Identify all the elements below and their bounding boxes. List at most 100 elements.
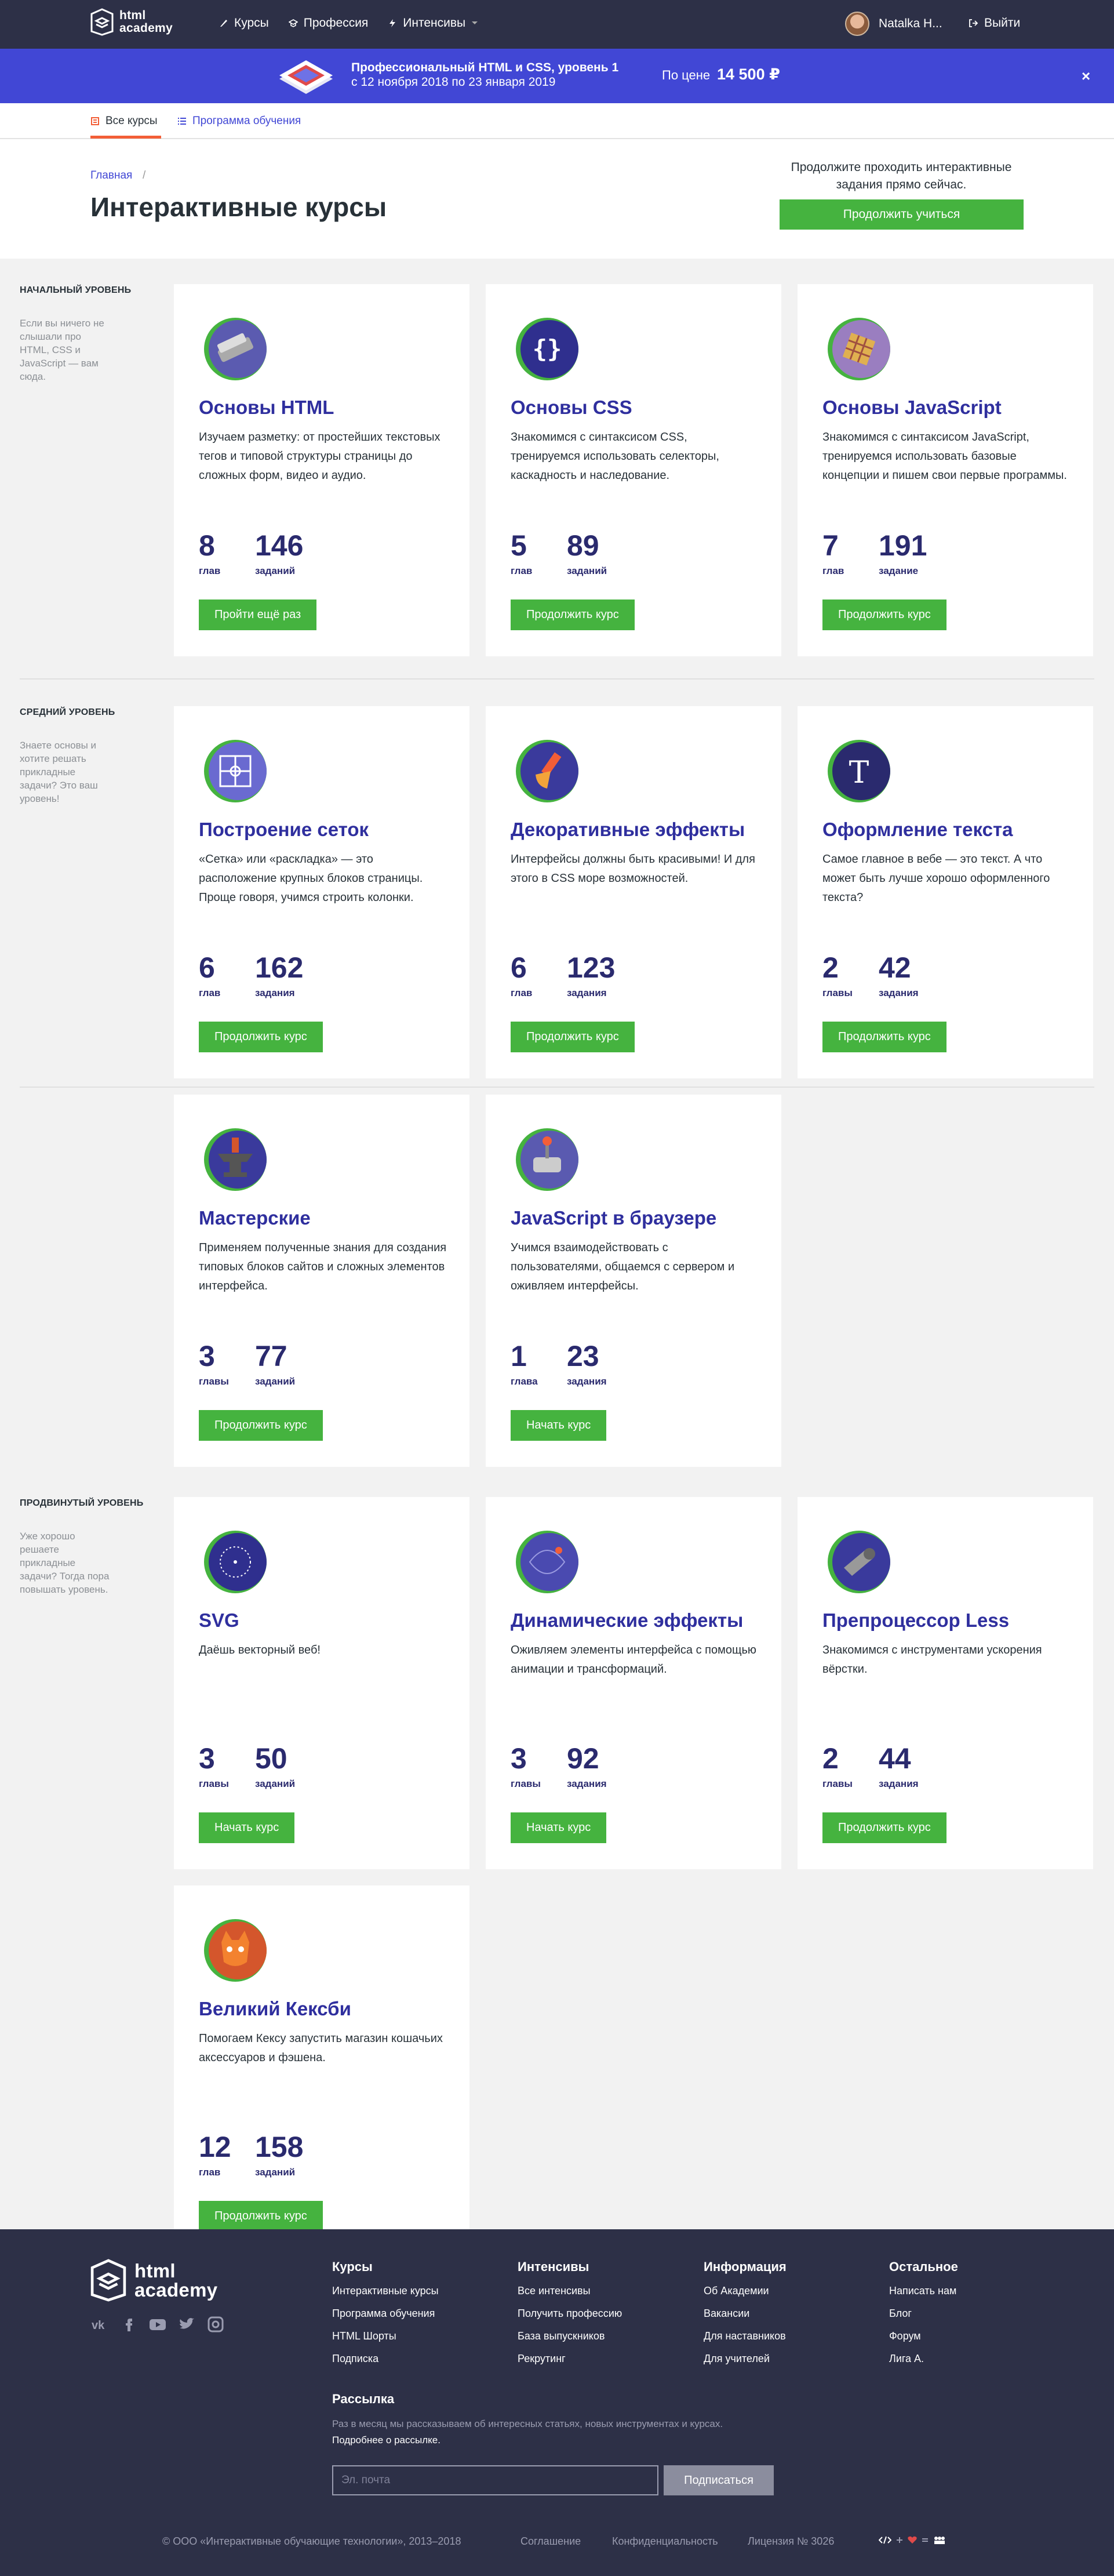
footer-link[interactable]: Об Академии xyxy=(704,2285,787,2297)
course-action-button[interactable]: Начать курс xyxy=(511,1812,607,1843)
equals-icon xyxy=(922,2538,928,2542)
chapters-label: глав xyxy=(511,565,533,576)
footer-col-info: Информация Об Академии Вакансии Для наст… xyxy=(704,2259,787,2375)
course-title[interactable]: SVG xyxy=(199,1609,239,1632)
continue-learning-button[interactable]: Продолжить учиться xyxy=(780,199,1024,230)
course-title[interactable]: Декоративные эффекты xyxy=(511,819,745,841)
course-card[interactable]: JavaScript в браузере Учимся взаимодейств… xyxy=(486,1095,781,1467)
course-title[interactable]: Основы CSS xyxy=(511,397,632,419)
user-menu[interactable]: Natalka H... xyxy=(845,12,942,36)
tasks-count: 44 xyxy=(879,1742,911,1775)
footer-logo-academy: academy xyxy=(134,2279,218,2301)
tab-program[interactable]: Программа обучения xyxy=(177,115,301,128)
tab-all-courses[interactable]: Все курсы xyxy=(90,115,158,128)
course-action-button[interactable]: Продолжить курс xyxy=(822,1022,946,1052)
course-title[interactable]: Оформление текста xyxy=(822,819,1013,841)
tab-program-label: Программа обучения xyxy=(192,115,301,127)
footer-link[interactable]: Рекрутинг xyxy=(518,2353,622,2365)
course-description: Изучаем разметку: от простейших текстовы… xyxy=(199,431,440,482)
footer-link[interactable]: Форум xyxy=(889,2330,958,2342)
footer-link[interactable]: Для наставников xyxy=(704,2330,787,2342)
course-card[interactable]: Динамические эффекты Оживляем элементы ин… xyxy=(486,1497,781,1869)
course-action-button[interactable]: Продолжить курс xyxy=(199,1410,323,1441)
license-link[interactable]: Лицензия № 3026 xyxy=(748,2535,834,2548)
breadcrumb-home[interactable]: Главная xyxy=(90,169,132,182)
chapters-label: главы xyxy=(199,1778,229,1789)
nav-courses-label: Курсы xyxy=(234,16,269,30)
course-action-button[interactable]: Пройти ещё раз xyxy=(199,600,317,630)
course-action-button[interactable]: Начать курс xyxy=(199,1812,295,1843)
course-card[interactable]: Основы HTML Изучаем разметку: от простейш… xyxy=(174,284,469,656)
course-card[interactable]: Основы JavaScript Знакомимся с синтаксисо… xyxy=(798,284,1093,656)
footer-link[interactable]: Вакансии xyxy=(704,2308,787,2320)
footer-link[interactable]: Все интенсивы xyxy=(518,2285,622,2297)
footer: html academy vk Курсы Интерактивные курс… xyxy=(0,2229,1114,2576)
course-card[interactable]: Великий Кексби Помогаем Кексу запустить м… xyxy=(174,1885,469,2258)
course-card[interactable]: T Оформление текста Самое главное в вебе —… xyxy=(798,706,1093,1078)
footer-link[interactable]: Блог xyxy=(889,2308,958,2320)
privacy-link[interactable]: Конфиденциальность xyxy=(612,2535,718,2548)
course-card[interactable]: Декоративные эффекты Интерфейсы должны бы… xyxy=(486,706,781,1078)
footer-link[interactable]: База выпускников xyxy=(518,2330,622,2342)
nav-profession[interactable]: Профессия xyxy=(288,16,368,30)
course-action-button[interactable]: Продолжить курс xyxy=(822,1812,946,1843)
course-title[interactable]: Препроцессор Less xyxy=(822,1609,1009,1632)
twitter-icon[interactable] xyxy=(177,2316,196,2332)
user-name[interactable]: Natalka H... xyxy=(879,17,942,31)
facebook-icon[interactable] xyxy=(119,2316,138,2332)
close-icon[interactable]: × xyxy=(1082,67,1090,85)
course-action-button[interactable]: Продолжить курс xyxy=(199,2201,323,2232)
html-basics-icon xyxy=(204,318,267,380)
footer-col-other: Остальное Написать нам Блог Форум Лига А… xyxy=(889,2259,958,2375)
course-title[interactable]: JavaScript в браузере xyxy=(511,1207,716,1229)
footer-link[interactable]: Лига А. xyxy=(889,2353,958,2365)
course-title[interactable]: Основы JavaScript xyxy=(822,397,1002,419)
chapters-count: 1 xyxy=(511,1340,527,1372)
tasks-count: 158 xyxy=(255,2131,304,2163)
course-title[interactable]: Динамические эффекты xyxy=(511,1609,743,1632)
course-action-button[interactable]: Продолжить курс xyxy=(511,1022,635,1052)
level-divider xyxy=(20,678,1094,680)
course-title[interactable]: Построение сеток xyxy=(199,819,369,841)
footer-logo[interactable]: html academy xyxy=(90,2258,217,2302)
footer-link[interactable]: HTML Шорты xyxy=(332,2330,439,2342)
tasks-count: 92 xyxy=(567,1742,599,1775)
course-action-button[interactable]: Начать курс xyxy=(511,1410,607,1441)
instagram-icon[interactable] xyxy=(206,2316,225,2332)
footer-col-title: Информация xyxy=(704,2259,787,2274)
site-logo[interactable]: html academy xyxy=(90,8,173,36)
logout-link[interactable]: Выйти xyxy=(968,16,1020,30)
course-action-button[interactable]: Продолжить курс xyxy=(511,600,635,630)
tasks-label: заданий xyxy=(255,1376,296,1387)
course-card[interactable]: SVG Даёшь векторный веб! 3 главы 50 заданий На… xyxy=(174,1497,469,1869)
course-card[interactable]: Построение сеток «Сетка» или «раскладка» … xyxy=(174,706,469,1078)
footer-link[interactable]: Программа обучения xyxy=(332,2308,439,2320)
course-action-button[interactable]: Продолжить курс xyxy=(199,1022,323,1052)
promo-banner[interactable]: Профессиональный HTML и CSS, уровень 1 с… xyxy=(0,49,1114,103)
course-title[interactable]: Мастерские xyxy=(199,1207,311,1229)
footer-link[interactable]: Подписка xyxy=(332,2353,439,2365)
footer-link[interactable]: Написать нам xyxy=(889,2285,958,2297)
subscribe-button[interactable]: Подписаться xyxy=(664,2465,774,2495)
footer-col-title: Остальное xyxy=(889,2259,958,2274)
vk-icon[interactable]: vk xyxy=(90,2316,109,2332)
course-action-button[interactable]: Продолжить курс xyxy=(822,600,946,630)
logout-icon xyxy=(969,19,978,27)
course-card[interactable]: Препроцессор Less Знакомимся с инструмент… xyxy=(798,1497,1093,1869)
footer-link[interactable]: Для учителей xyxy=(704,2353,787,2365)
email-field[interactable] xyxy=(332,2465,658,2495)
course-title[interactable]: Основы HTML xyxy=(199,397,334,419)
course-card[interactable]: Мастерские Применяем полученные знания дл… xyxy=(174,1095,469,1467)
tasks-label: заданий xyxy=(255,565,296,576)
footer-link[interactable]: Интерактивные курсы xyxy=(332,2285,439,2297)
nav-intensives[interactable]: Интенсивы xyxy=(388,16,478,30)
newsletter-more-link[interactable]: Подробнее о рассылке. xyxy=(332,2435,440,2446)
nav-courses[interactable]: Курсы xyxy=(219,16,269,30)
course-card[interactable]: {} Основы CSS Знакомимся с синтаксисом CSS… xyxy=(486,284,781,656)
promo-book-icon xyxy=(279,60,333,94)
avatar[interactable] xyxy=(845,12,869,36)
course-title[interactable]: Великий Кексби xyxy=(199,1998,351,2020)
agreement-link[interactable]: Соглашение xyxy=(520,2535,581,2548)
youtube-icon[interactable] xyxy=(148,2316,167,2332)
footer-link[interactable]: Получить профессию xyxy=(518,2308,622,2320)
